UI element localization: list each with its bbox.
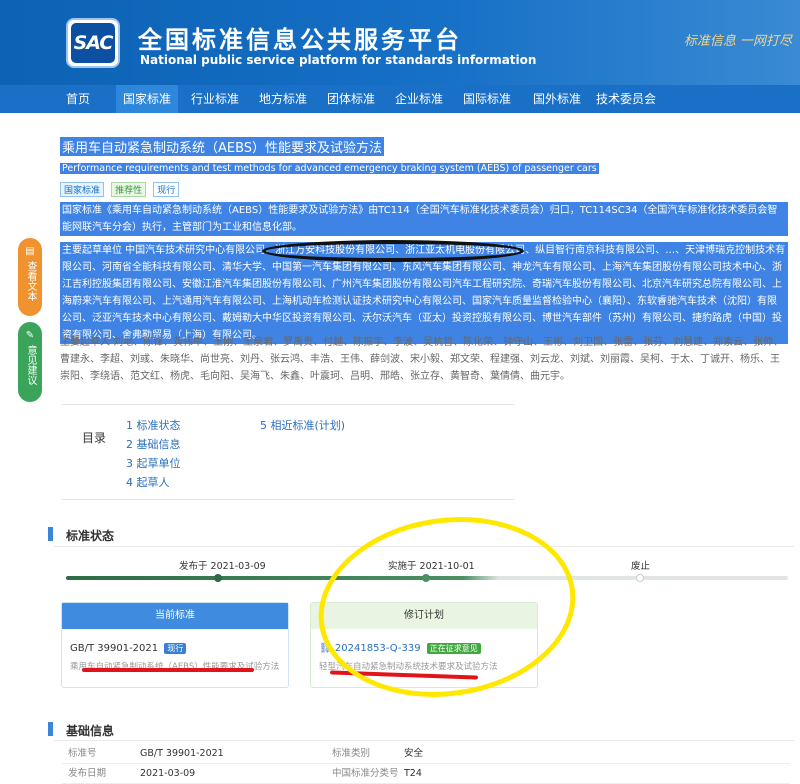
info-label: 中国标准分类号	[332, 768, 399, 779]
info-label: 标准类别	[332, 748, 371, 759]
sac-logo[interactable]: SAC	[66, 18, 120, 68]
view-text-label: 查看文本	[25, 261, 36, 301]
tag-national: 国家标准	[60, 182, 105, 197]
site-title: 全国标准信息公共服务平台	[138, 26, 462, 54]
red-underline-current	[82, 668, 254, 672]
toc-item-drafting-units[interactable]: 3 起草单位	[126, 455, 181, 471]
standard-title-en: Performance requirements and test method…	[60, 163, 599, 174]
nav-international-standards[interactable]: 国际标准	[456, 85, 518, 113]
nav-enterprise-standards[interactable]: 企业标准	[388, 85, 450, 113]
info-label: 发布日期	[68, 768, 107, 779]
intro-paragraph: 国家标准《乘用车自动紧急制动系统（AEBS）性能要求及试验方法》由TC114（全…	[60, 202, 788, 236]
feedback-label: 意见建议	[25, 345, 36, 385]
tag-recommended: 推荐性	[111, 182, 147, 197]
logo-text: SAC	[71, 23, 115, 63]
status-section-marker	[48, 527, 53, 541]
toc-item-drafters[interactable]: 4 起草人	[126, 474, 170, 490]
nav-industry-standards[interactable]: 行业标准	[184, 85, 246, 113]
info-value: 2021-03-09	[140, 768, 196, 779]
info-value: T24	[404, 768, 422, 779]
view-text-button[interactable]: ▤ 查看文本	[18, 238, 42, 316]
tag-current: 现行	[153, 182, 180, 197]
current-card-code-line: GB/T 39901-2021 现行	[70, 643, 187, 654]
info-label: 标准号	[68, 748, 97, 759]
standard-tags: 国家标准 推荐性 现行	[60, 178, 599, 197]
basic-info-divider	[54, 740, 794, 741]
basic-info-section-title: 基础信息	[66, 724, 115, 738]
nav-group-standards[interactable]: 团体标准	[320, 85, 382, 113]
site-header: SAC 全国标准信息公共服务平台 National public service…	[0, 0, 800, 85]
feedback-button[interactable]: ✎ 意见建议	[18, 322, 42, 402]
drafters-paragraph: 主要起草人 刘地、陈锋、黄伟中、王刚、王泉君、罗禹贡、付越、陈振宇、李波、吴杭哲…	[60, 337, 784, 382]
info-value: GB/T 39901-2021	[140, 748, 224, 759]
info-row: 发布日期 2021-03-09 中国标准分类号 T24	[62, 764, 790, 784]
main-nav: 首页 国家标准 行业标准 地方标准 团体标准 企业标准 国际标准 国外标准 技术…	[0, 85, 800, 113]
nav-technical-committees[interactable]: 技术委员会	[592, 85, 660, 113]
site-slogan: 标准信息 一网打尽	[683, 34, 792, 49]
table-of-contents: 目录 1 标准状态 2 基础信息 3 起草单位 4 起草人 5 相近标准(计划)	[62, 404, 514, 500]
standard-heading: 乘用车自动紧急制动系统（AEBS）性能要求及试验方法 Performance r…	[60, 137, 599, 197]
black-ellipse-annotation	[262, 240, 524, 262]
toc-item-basic-info[interactable]: 2 基础信息	[126, 436, 181, 452]
status-section-title: 标准状态	[66, 529, 115, 543]
abolished-dot	[636, 574, 644, 582]
published-dot	[214, 574, 222, 582]
info-value: 安全	[404, 748, 424, 759]
abolished-label: 废止	[631, 561, 651, 572]
current-card-header: 当前标准	[62, 603, 288, 629]
standard-title-cn: 乘用车自动紧急制动系统（AEBS）性能要求及试验方法	[60, 137, 385, 156]
toc-item-similar[interactable]: 5 相近标准(计划)	[260, 417, 345, 433]
edit-icon: ✎	[25, 330, 35, 341]
nav-national-standards[interactable]: 国家标准	[116, 85, 178, 113]
basic-info-section-marker	[48, 722, 53, 736]
info-row: 标准号 GB/T 39901-2021 标准类别 安全	[62, 744, 790, 764]
toc-title: 目录	[82, 431, 107, 445]
nav-home[interactable]: 首页	[58, 85, 98, 113]
document-icon: ▤	[25, 246, 35, 257]
published-label: 发布于 2021-03-09	[179, 561, 266, 572]
current-standard-code[interactable]: GB/T 39901-2021	[70, 643, 158, 654]
current-standard-card: 当前标准 GB/T 39901-2021 现行 乘用车自动紧急制动系统（AEBS…	[61, 602, 289, 688]
nav-foreign-standards[interactable]: 国外标准	[526, 85, 588, 113]
toc-item-status[interactable]: 1 标准状态	[126, 417, 181, 433]
site-subtitle: National public service platform for sta…	[140, 53, 537, 67]
nav-local-standards[interactable]: 地方标准	[252, 85, 314, 113]
current-status-badge: 现行	[164, 643, 187, 654]
